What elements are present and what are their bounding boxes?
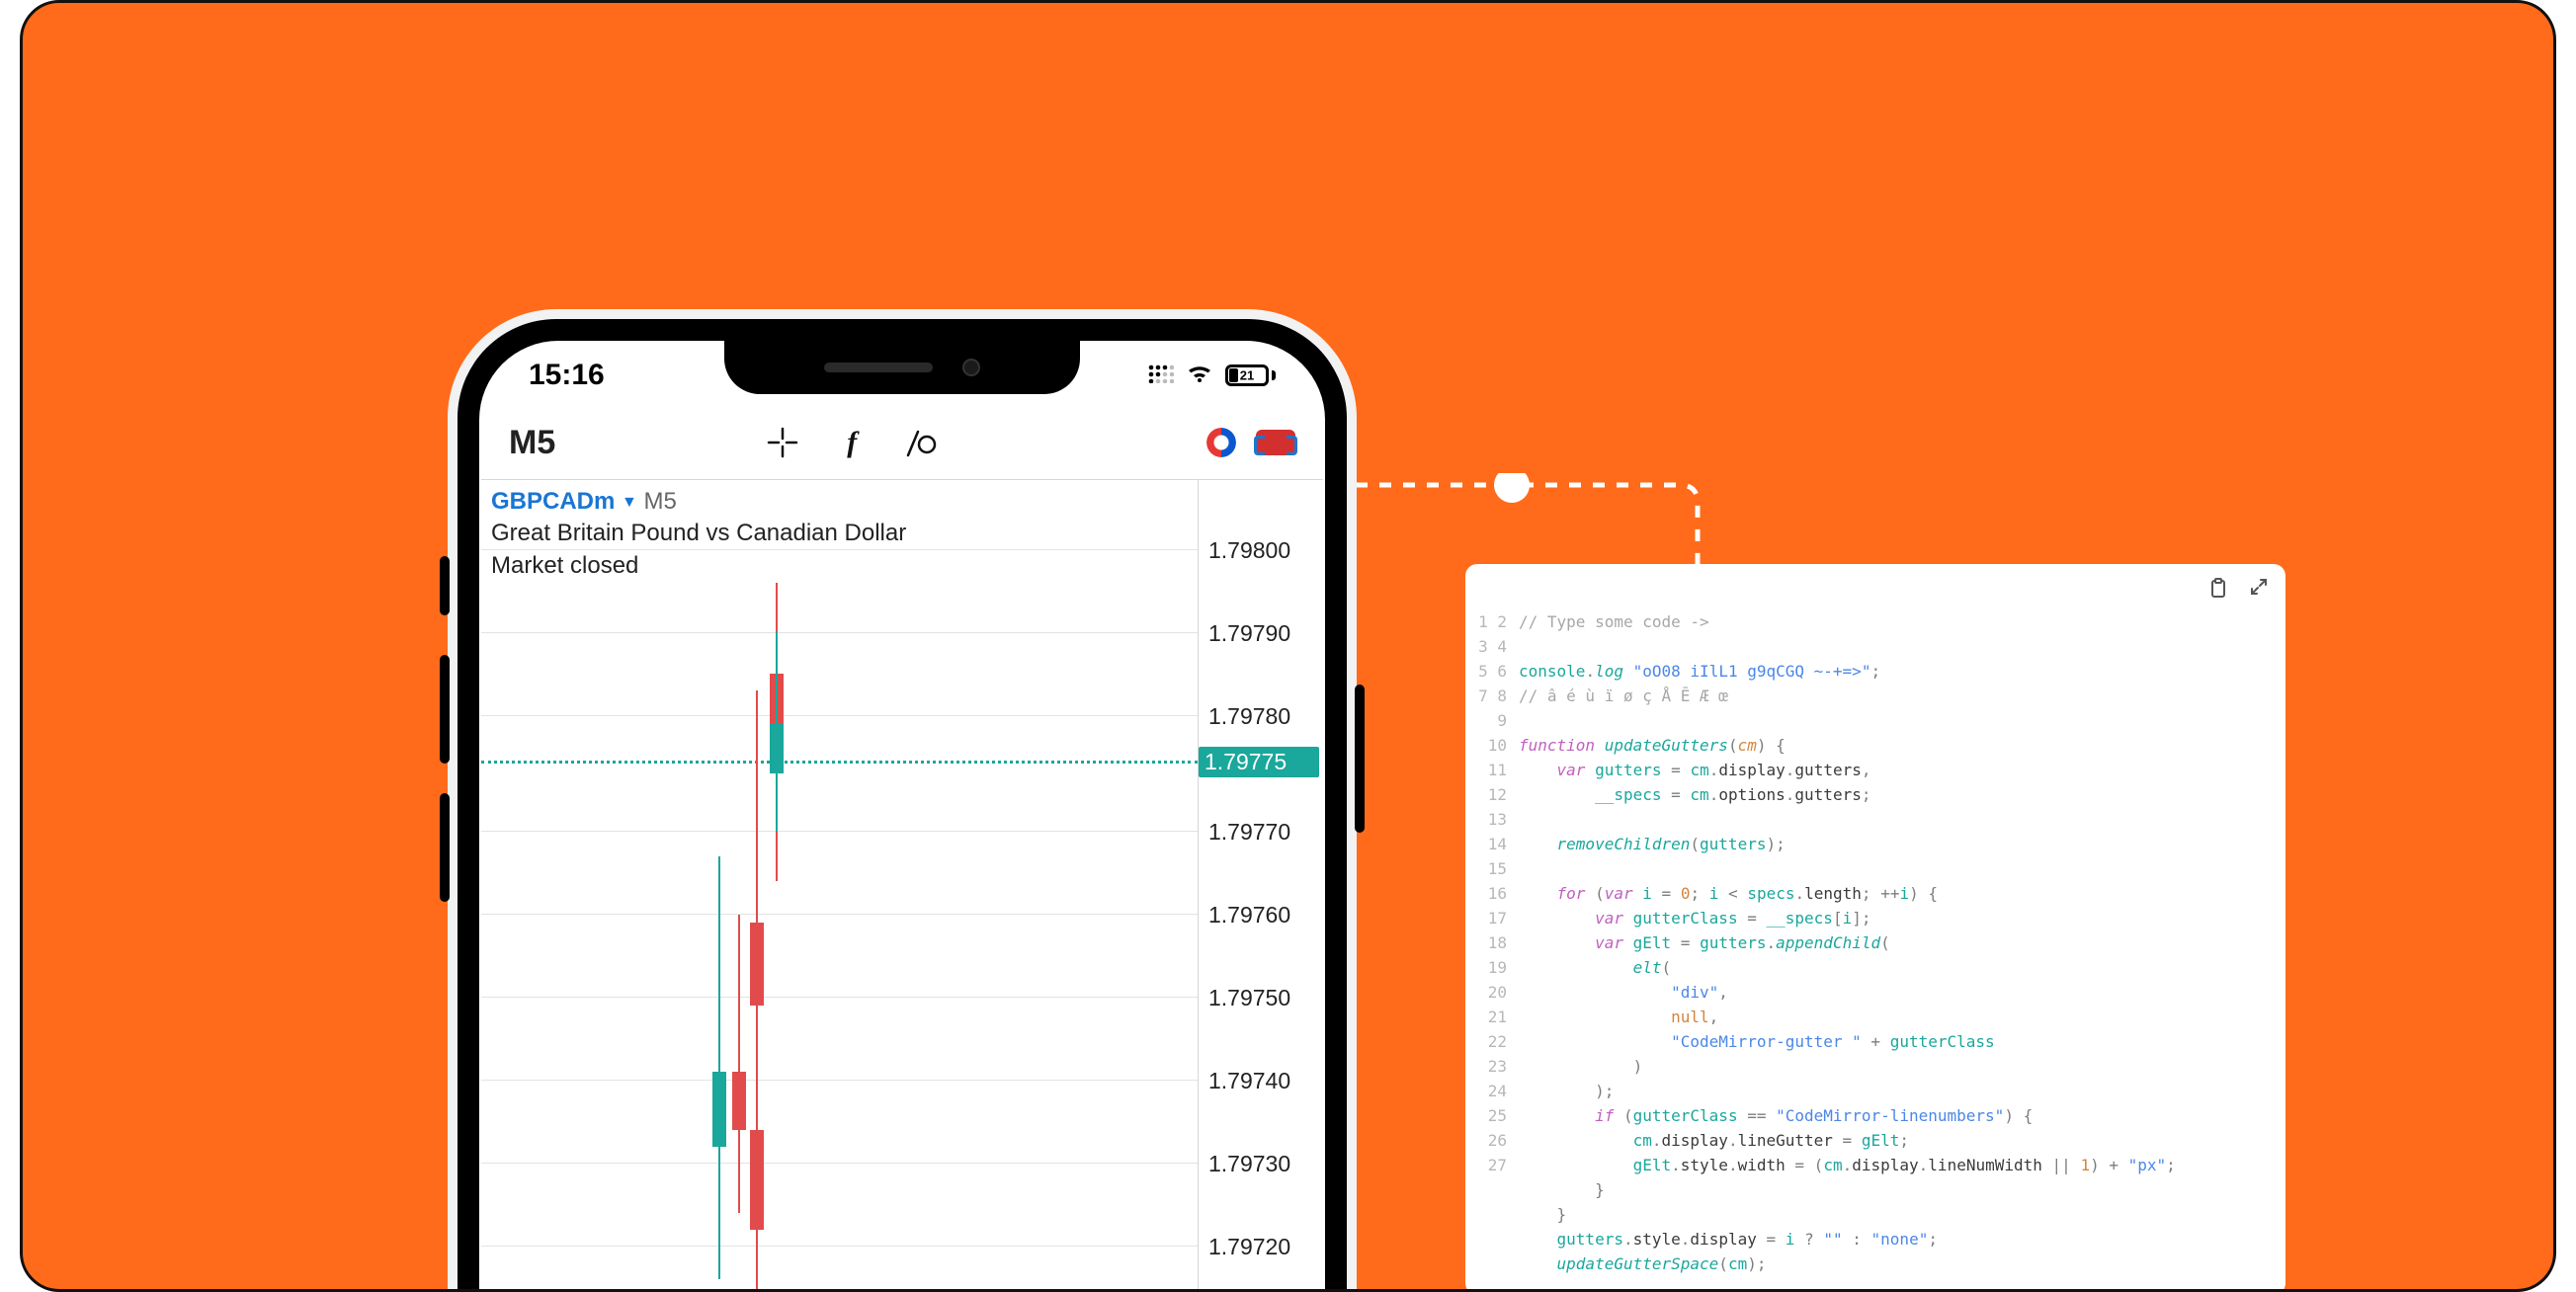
expand-icon[interactable] bbox=[2250, 578, 2268, 605]
market-status: Market closed bbox=[491, 550, 906, 582]
current-price-tag: 1.79775 bbox=[1199, 747, 1319, 777]
axis-tick: 1.79730 bbox=[1208, 1151, 1323, 1177]
phone-side-button bbox=[440, 655, 450, 764]
chevron-down-icon[interactable]: ▼ bbox=[622, 494, 637, 511]
phone-side-button bbox=[440, 556, 450, 615]
axis-tick: 1.79760 bbox=[1208, 902, 1323, 929]
crosshair-tool[interactable] bbox=[763, 423, 802, 462]
broker-icon[interactable] bbox=[1206, 428, 1236, 457]
chart-wrap: GBPCADm ▼ M5 Great Britain Pound vs Cana… bbox=[481, 479, 1323, 1292]
chart-area[interactable]: GBPCADm ▼ M5 Great Britain Pound vs Cana… bbox=[481, 480, 1199, 1292]
axis-tick: 1.79800 bbox=[1208, 537, 1323, 564]
phone-notch bbox=[724, 341, 1080, 394]
wifi-icon bbox=[1186, 363, 1213, 389]
chart-timeframe: M5 bbox=[644, 488, 677, 515]
axis-tick: 1.79790 bbox=[1208, 620, 1323, 647]
code-editor-card: 1 2 3 4 5 6 7 8 9 10 11 12 13 14 15 16 1… bbox=[1465, 564, 2285, 1292]
phone-side-button bbox=[1355, 685, 1365, 833]
status-time: 15:16 bbox=[529, 359, 605, 392]
code-gutter: 1 2 3 4 5 6 7 8 9 10 11 12 13 14 15 16 1… bbox=[1477, 609, 1507, 1177]
chart-toolbar: M5 f bbox=[479, 410, 1325, 479]
objects-tool[interactable] bbox=[901, 423, 941, 462]
axis-tick: 1.79740 bbox=[1208, 1068, 1323, 1094]
phone-frame: 15:16 21 M5 bbox=[448, 309, 1357, 1292]
battery-icon: 21 bbox=[1225, 364, 1276, 386]
cellular-icon bbox=[1148, 363, 1174, 388]
link-icon[interactable] bbox=[1256, 430, 1295, 455]
chart-symbol[interactable]: GBPCADm bbox=[491, 488, 615, 515]
axis-tick: 1.79780 bbox=[1208, 703, 1323, 730]
phone-screen: 15:16 21 M5 bbox=[479, 341, 1325, 1292]
axis-tick: 1.79770 bbox=[1208, 819, 1323, 846]
axis-tick: 1.79750 bbox=[1208, 985, 1323, 1011]
chart-header: GBPCADm ▼ M5 Great Britain Pound vs Cana… bbox=[491, 486, 906, 582]
chart-description: Great Britain Pound vs Canadian Dollar bbox=[491, 518, 906, 549]
price-axis[interactable]: 1.79800 1.79790 1.79780 1.79770 1.79760 1.797… bbox=[1199, 480, 1323, 1292]
clipboard-icon[interactable] bbox=[2208, 578, 2228, 605]
function-tool[interactable]: f bbox=[832, 423, 872, 462]
axis-tick: 1.79720 bbox=[1208, 1234, 1323, 1260]
phone-side-button bbox=[440, 793, 450, 902]
code-body[interactable]: // Type some code -> console.log "oO08 i… bbox=[1519, 609, 2268, 1276]
timeframe-selector[interactable]: M5 bbox=[509, 424, 555, 462]
canvas: 15:16 21 M5 bbox=[20, 0, 2556, 1292]
